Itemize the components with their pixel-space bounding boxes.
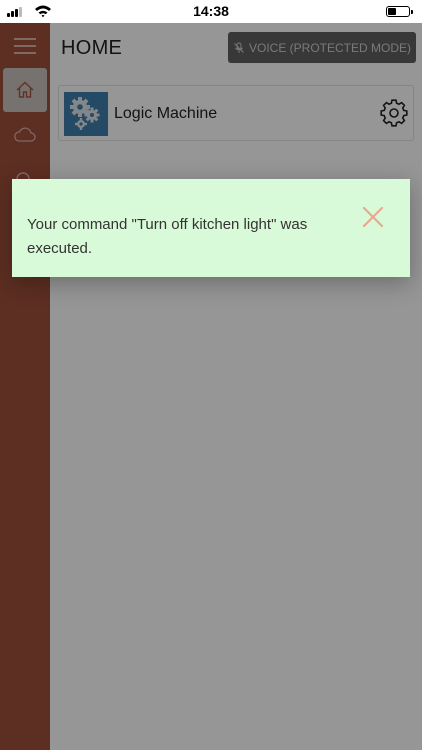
battery-icon — [386, 6, 413, 17]
status-time: 14:38 — [193, 3, 229, 19]
modal-backdrop[interactable] — [0, 23, 422, 750]
notification-toast: Your command "Turn off kitchen light" wa… — [12, 179, 410, 277]
toast-message: Your command "Turn off kitchen light" wa… — [27, 216, 308, 257]
close-icon[interactable] — [361, 205, 385, 229]
battery-level-fill — [388, 8, 396, 15]
status-bar: 14:38 — [0, 0, 422, 23]
